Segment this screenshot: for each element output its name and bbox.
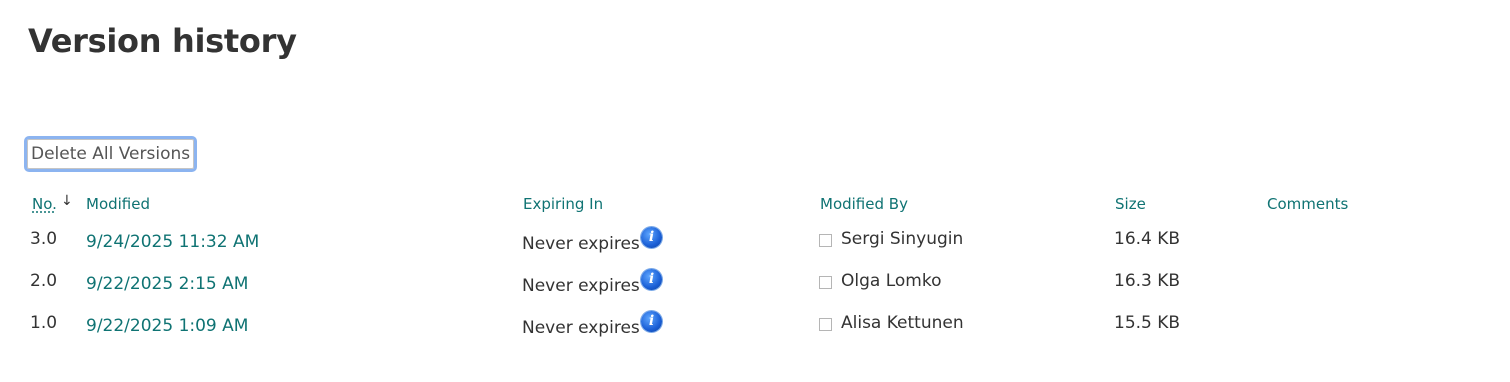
arrow-down-icon: ↓	[61, 193, 73, 209]
table-row: 3.0 9/24/2025 11:32 AM Never expires i S…	[0, 227, 1510, 271]
column-header-no[interactable]: No.	[32, 195, 57, 213]
page-title: Version history	[28, 22, 297, 60]
table-row: 2.0 9/22/2025 2:15 AM Never expires i Ol…	[0, 269, 1510, 313]
version-number: 1.0	[30, 313, 58, 333]
version-modified-by: Olga Lomko	[841, 271, 942, 291]
column-header-size: Size	[1115, 195, 1146, 213]
delete-all-versions-button[interactable]: Delete All Versions	[24, 136, 198, 172]
info-icon[interactable]: i	[641, 269, 662, 290]
column-header-modified: Modified	[86, 195, 151, 213]
table-row: 1.0 9/22/2025 1:09 AM Never expires i Al…	[0, 311, 1510, 355]
version-modified-by: Alisa Kettunen	[841, 313, 964, 333]
column-header-comments: Comments	[1267, 195, 1349, 213]
version-expiring-in: Never expires	[522, 318, 640, 338]
info-icon[interactable]: i	[641, 311, 662, 332]
checkbox-icon[interactable]	[819, 318, 832, 331]
version-number: 3.0	[30, 229, 58, 249]
version-size: 16.4 KB	[1114, 229, 1181, 249]
column-header-modified-by: Modified By	[820, 195, 908, 213]
checkbox-icon[interactable]	[819, 234, 832, 247]
version-modified-link[interactable]: 9/22/2025 2:15 AM	[86, 274, 248, 294]
version-size: 15.5 KB	[1114, 313, 1181, 333]
column-header-expiring-in: Expiring In	[523, 195, 604, 213]
version-size: 16.3 KB	[1114, 271, 1181, 291]
version-modified-by: Sergi Sinyugin	[841, 229, 964, 249]
version-modified-link[interactable]: 9/22/2025 1:09 AM	[86, 316, 248, 336]
info-icon[interactable]: i	[641, 227, 662, 248]
version-expiring-in: Never expires	[522, 276, 640, 296]
version-modified-link[interactable]: 9/24/2025 11:32 AM	[86, 232, 259, 252]
checkbox-icon[interactable]	[819, 276, 832, 289]
version-number: 2.0	[30, 271, 58, 291]
version-expiring-in: Never expires	[522, 234, 640, 254]
